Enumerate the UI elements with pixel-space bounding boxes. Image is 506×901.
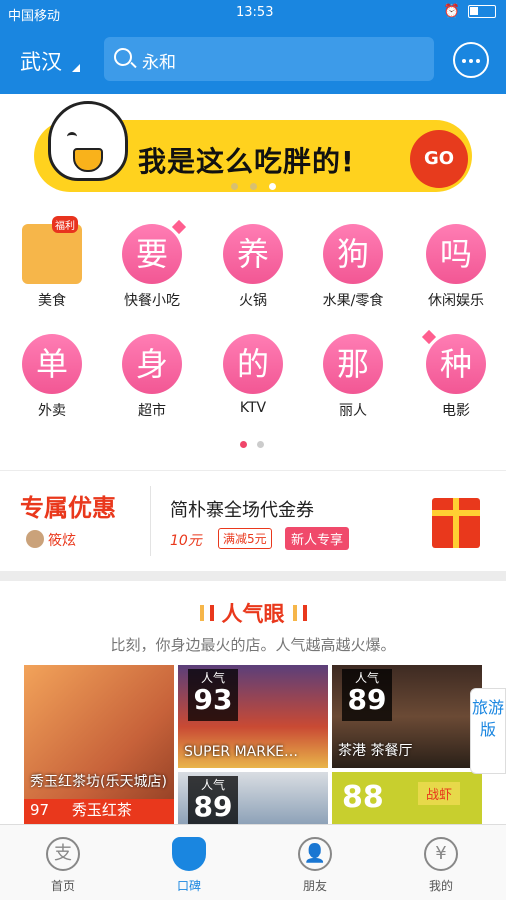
tab-home[interactable]: 支 首页 — [0, 825, 126, 901]
category-label: 电影 — [442, 403, 470, 419]
category-bubble: 种 — [426, 334, 486, 394]
store-name: 战虾 — [418, 782, 461, 805]
bars-icon — [199, 605, 214, 621]
mascot-image — [48, 101, 128, 181]
city-selector[interactable]: 武汉 — [20, 46, 62, 76]
avatar — [26, 530, 44, 548]
category-pager — [240, 441, 264, 448]
store-tile[interactable]: 人气 89 — [178, 772, 328, 824]
category-label: 快餐小吃 — [124, 293, 180, 309]
app-header: 武汉 永和 — [0, 26, 506, 94]
store-tile[interactable]: 秀玉红茶坊(乐天城店) 97 秀玉红茶 — [24, 665, 174, 825]
divider — [0, 470, 506, 471]
search-input[interactable]: 永和 — [142, 48, 176, 73]
score-value: 97 — [30, 801, 50, 819]
hot-section-header: 人气眼 — [0, 598, 506, 628]
go-button[interactable]: GO — [410, 130, 468, 188]
yuan-icon: ¥ — [424, 837, 458, 871]
store-tile[interactable]: 人气 89 茶港 茶餐厅 — [332, 665, 482, 768]
category-ktv[interactable]: 的 KTV — [213, 334, 293, 416]
category-label: 火锅 — [239, 293, 267, 309]
voucher-price: 10元 — [170, 533, 202, 549]
store-subname: 秀玉红茶 — [71, 801, 132, 819]
category-fastfood[interactable]: 要 快餐小吃 — [112, 224, 192, 310]
store-name: 秀玉红茶坊(乐天城店) — [30, 774, 167, 790]
category-supermarket[interactable]: 身 超市 — [112, 334, 192, 420]
voucher-condition: 满减5元 — [218, 528, 272, 549]
tab-label: 我的 — [428, 879, 453, 893]
search-icon — [114, 48, 132, 66]
clock: 13:53 — [236, 5, 274, 20]
banner-text: 我是这么吃胖的! — [138, 145, 355, 178]
offer-title: 专属优惠 — [20, 494, 116, 522]
exclusive-offer-card[interactable]: 专属优惠 筱炫 简朴寨全场代金券 10元 满减5元 新人专享 — [0, 478, 506, 566]
popularity-score: 人气 89 — [188, 776, 238, 824]
category-bubble: 身 — [122, 334, 182, 394]
category-label: 休闲娱乐 — [428, 293, 484, 309]
tab-koubei[interactable]: 口碑 — [126, 825, 252, 901]
store-name: 茶港 茶餐厅 — [338, 743, 413, 759]
category-beauty[interactable]: 那 丽人 — [313, 334, 393, 420]
bottom-tab-bar: 支 首页 口碑 👤 朋友 ¥ 我的 — [0, 824, 506, 900]
category-bubble: 单 — [22, 334, 82, 394]
category-fruit[interactable]: 狗 水果/零食 — [313, 224, 393, 310]
category-leisure[interactable]: 吗 休闲娱乐 — [416, 224, 496, 310]
category-bubble: 狗 — [323, 224, 383, 284]
category-label: KTV — [239, 400, 267, 416]
banner-pager — [231, 183, 276, 190]
friends-icon: 👤 — [298, 837, 332, 871]
koubei-icon — [172, 837, 206, 871]
tab-label: 首页 — [50, 879, 75, 893]
gift-box-icon — [432, 498, 480, 548]
new-user-badge: 新人专享 — [285, 527, 350, 550]
more-menu-button[interactable] — [453, 42, 489, 78]
category-bubble: 养 — [223, 224, 283, 284]
tab-friends[interactable]: 👤 朋友 — [252, 825, 378, 901]
hot-title: 人气眼 — [221, 602, 285, 626]
caret-down-icon[interactable] — [72, 64, 80, 72]
score-strip: 97 秀玉红茶 — [24, 799, 174, 825]
category-label: 美食 — [38, 293, 66, 309]
category-bubble: 要 — [122, 224, 182, 284]
divider — [150, 486, 151, 556]
section-divider — [0, 571, 506, 581]
category-label: 丽人 — [339, 403, 367, 419]
category-delivery[interactable]: 单 外卖 — [12, 334, 92, 420]
alarm-icon: ⏰ — [443, 4, 460, 19]
tab-label: 朋友 — [302, 879, 327, 893]
category-bubble: 的 — [223, 334, 283, 394]
hot-subtitle: 比刻，你身边最火的店。人气越高越火爆。 — [110, 636, 396, 654]
bars-icon — [292, 605, 307, 621]
search-bar[interactable]: 永和 — [104, 37, 434, 81]
carrier-label: 中国移动 — [8, 9, 61, 24]
food-mascot-icon — [22, 224, 82, 284]
store-tile[interactable]: 88 战虾 — [332, 772, 482, 824]
status-bar: 中国移动 13:53 ⏰ — [0, 0, 506, 26]
category-label: 超市 — [138, 403, 166, 419]
category-hotpot[interactable]: 养 火锅 — [213, 224, 293, 310]
category-bubble: 那 — [323, 334, 383, 394]
voucher-title: 简朴寨全场代金券 — [170, 500, 314, 521]
category-label: 外卖 — [38, 403, 66, 419]
store-name: SUPER MARKE… — [184, 744, 299, 760]
score-value: 88 — [342, 780, 384, 815]
category-label: 水果/零食 — [322, 293, 384, 309]
category-movie[interactable]: 种 电影 — [416, 334, 496, 420]
store-tile[interactable]: 人气 93 SUPER MARKE… — [178, 665, 328, 768]
category-food[interactable]: 福利 美食 — [12, 216, 92, 310]
travel-mode-badge[interactable]: 旅游版 — [470, 688, 506, 774]
offer-brand: 筱炫 — [48, 533, 76, 549]
popularity-score: 人气 89 — [342, 669, 392, 721]
alipay-icon: 支 — [46, 837, 80, 871]
popularity-score: 人气 93 — [188, 669, 238, 721]
battery-icon — [468, 5, 496, 18]
category-bubble: 吗 — [426, 224, 486, 284]
tab-mine[interactable]: ¥ 我的 — [378, 825, 504, 901]
welfare-badge: 福利 — [52, 216, 78, 233]
tab-label: 口碑 — [176, 879, 201, 893]
